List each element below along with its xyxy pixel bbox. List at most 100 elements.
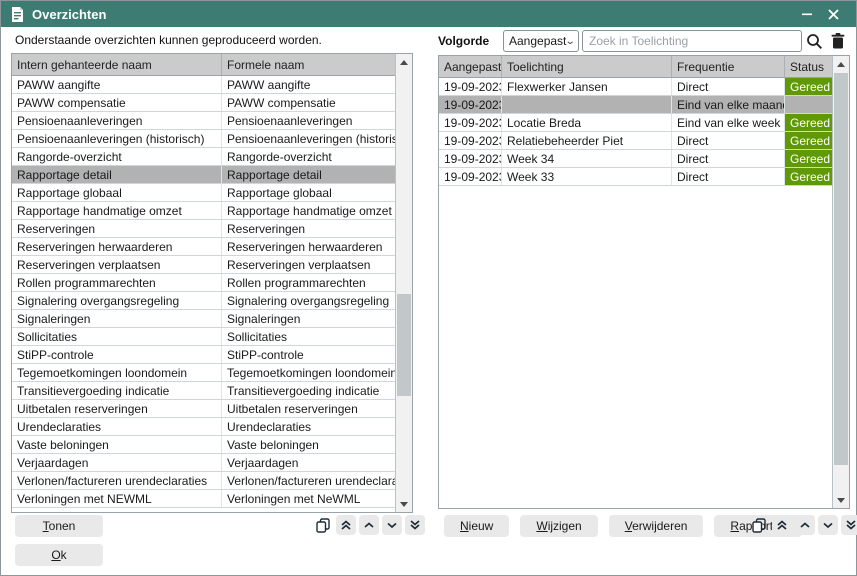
search-button[interactable] — [802, 30, 826, 52]
table-row[interactable]: Rollen programmarechtenRollen programmar… — [12, 274, 395, 292]
table-row[interactable]: Pensioenaanleveringen (historisch)Pensio… — [12, 130, 395, 148]
table-row[interactable]: 19-09-2023Locatie BredaEind van elke wee… — [439, 114, 832, 132]
table-row[interactable]: SollicitatiesSollicitaties — [12, 328, 395, 346]
cell-intern-naam: Signalering overgangsregeling — [12, 292, 222, 309]
cell-intern-naam: Rapportage handmatige omzet — [12, 202, 222, 219]
table-row[interactable]: Verlonen/factureren urendeclaratiesVerlo… — [12, 472, 395, 490]
chevron-down-icon: ⌄ — [565, 36, 576, 47]
move-to-bottom-button[interactable] — [841, 515, 857, 535]
table-row[interactable]: 19-09-2023Flexwerker JansenDirectGereed — [439, 78, 832, 96]
table-row[interactable]: Reserveringen herwaarderenReserveringen … — [12, 238, 395, 256]
wijzigen-button[interactable]: Wijzigen — [520, 515, 597, 537]
cell-formele-naam: PAWW aangifte — [222, 76, 395, 93]
cell-toelichting: Locatie Breda — [502, 114, 672, 131]
chevron-up-icon — [799, 519, 811, 531]
cell-formele-naam: Vaste beloningen — [222, 436, 395, 453]
cell-intern-naam: Urendeclaraties — [12, 418, 222, 435]
cell-aangepast: 19-09-2023 — [439, 150, 502, 167]
table-row[interactable]: Verloningen met NEWMLVerloningen met NeW… — [12, 490, 395, 508]
cell-intern-naam: Verjaardagen — [12, 454, 222, 471]
rapporten-table-header: Aangepast Toelichting Frequentie Status — [439, 56, 832, 78]
volgorde-select[interactable]: Aangepast ⌄ — [503, 30, 579, 52]
table-row[interactable]: UrendeclaratiesUrendeclaraties — [12, 418, 395, 436]
table-row[interactable]: Transitievergoeding indicatieTransitieve… — [12, 382, 395, 400]
table-row[interactable]: Uitbetalen reserveringenUitbetalen reser… — [12, 400, 395, 418]
intro-text: Onderstaande overzichten kunnen geproduc… — [15, 33, 322, 47]
table-row[interactable]: ReserveringenReserveringen — [12, 220, 395, 238]
cell-intern-naam: Rollen programmarechten — [12, 274, 222, 291]
column-header-status[interactable]: Status — [785, 56, 832, 77]
table-row[interactable]: 19-09-2023Relatiebeheerder PietDirectGer… — [439, 132, 832, 150]
cell-intern-naam: StiPP-controle — [12, 346, 222, 363]
move-up-button[interactable] — [359, 515, 379, 535]
scroll-down-button[interactable] — [833, 492, 849, 508]
column-header-intern-naam[interactable]: Intern gehanteerde naam — [12, 54, 222, 75]
column-header-formele-naam[interactable]: Formele naam — [222, 54, 395, 75]
move-to-bottom-button[interactable] — [405, 515, 425, 535]
table-row[interactable]: SignaleringenSignaleringen — [12, 310, 395, 328]
right-order-icon-group — [749, 515, 857, 535]
scroll-up-button[interactable] — [396, 54, 412, 70]
table-row[interactable]: Signalering overgangsregelingSignalering… — [12, 292, 395, 310]
table-row[interactable]: Rapportage handmatige omzetRapportage ha… — [12, 202, 395, 220]
cell-toelichting — [502, 96, 672, 113]
table-row[interactable]: PAWW aangiftePAWW aangifte — [12, 76, 395, 94]
copy-button[interactable] — [749, 515, 769, 535]
tonen-button[interactable]: Tonen — [15, 515, 103, 537]
cell-formele-naam: Reserveringen verplaatsen — [222, 256, 395, 273]
copy-button[interactable] — [313, 515, 333, 535]
cell-formele-naam: Reserveringen — [222, 220, 395, 237]
table-row[interactable]: VerjaardagenVerjaardagen — [12, 454, 395, 472]
right-table-scrollbar[interactable] — [832, 56, 849, 508]
table-row[interactable]: Rapportage detailRapportage detail — [12, 166, 395, 184]
cell-formele-naam: Signalering overgangsregeling — [222, 292, 395, 309]
verwijderen-button[interactable]: Verwijderen — [609, 515, 704, 537]
table-row[interactable]: 19-09-2023Eind van elke maand — [439, 96, 832, 114]
scrollbar-thumb[interactable] — [397, 294, 411, 396]
column-header-toelichting[interactable]: Toelichting — [502, 56, 672, 77]
cell-formele-naam: Rollen programmarechten — [222, 274, 395, 291]
scroll-up-button[interactable] — [833, 56, 849, 72]
table-row[interactable]: Rapportage globaalRapportage globaal — [12, 184, 395, 202]
column-header-aangepast[interactable]: Aangepast — [439, 56, 502, 77]
search-input[interactable] — [582, 30, 802, 52]
table-row[interactable]: Rangorde-overzichtRangorde-overzicht — [12, 148, 395, 166]
chevron-down-icon — [386, 519, 398, 531]
nieuw-button[interactable]: Nieuw — [444, 515, 509, 537]
status-badge: Gereed — [785, 168, 832, 185]
right-panel-controls: Volgorde Aangepast ⌄ — [438, 30, 850, 52]
table-row[interactable]: Tegemoetkomingen loondomeinTegemoetkomin… — [12, 364, 395, 382]
move-up-button[interactable] — [795, 515, 815, 535]
table-row[interactable]: Reserveringen verplaatsenReserveringen v… — [12, 256, 395, 274]
scrollbar-thumb[interactable] — [834, 73, 848, 465]
table-row[interactable]: StiPP-controleStiPP-controle — [12, 346, 395, 364]
cell-formele-naam: Verlonen/factureren urendeclarat... — [222, 472, 395, 489]
double-chevron-down-icon — [409, 519, 421, 531]
minimize-button[interactable] — [794, 1, 820, 27]
table-row[interactable]: PensioenaanleveringenPensioenaanlevering… — [12, 112, 395, 130]
left-table-scrollbar[interactable] — [395, 54, 412, 512]
table-row[interactable]: Vaste beloningenVaste beloningen — [12, 436, 395, 454]
cell-formele-naam: PAWW compensatie — [222, 94, 395, 111]
search-icon — [806, 33, 823, 50]
cell-formele-naam: Sollicitaties — [222, 328, 395, 345]
table-row[interactable]: 19-09-2023Week 34DirectGereed — [439, 150, 832, 168]
scroll-down-button[interactable] — [396, 496, 412, 512]
cell-formele-naam: Pensioenaanleveringen (historisch) — [222, 130, 395, 147]
move-down-button[interactable] — [818, 515, 838, 535]
move-to-top-button[interactable] — [336, 515, 356, 535]
move-to-top-button[interactable] — [772, 515, 792, 535]
cell-intern-naam: Verlonen/factureren urendeclaraties — [12, 472, 222, 489]
close-button[interactable] — [820, 1, 846, 27]
chevron-up-icon — [363, 519, 375, 531]
cell-aangepast: 19-09-2023 — [439, 96, 502, 113]
clear-search-button[interactable] — [826, 30, 850, 52]
table-row[interactable]: PAWW compensatiePAWW compensatie — [12, 94, 395, 112]
table-row[interactable]: 19-09-2023Week 33DirectGereed — [439, 168, 832, 186]
ok-button[interactable]: Ok — [15, 544, 103, 566]
left-order-icon-group — [313, 515, 425, 535]
column-header-frequentie[interactable]: Frequentie — [672, 56, 785, 77]
move-down-button[interactable] — [382, 515, 402, 535]
cell-frequentie: Eind van elke week — [672, 114, 785, 131]
cell-intern-naam: Vaste beloningen — [12, 436, 222, 453]
